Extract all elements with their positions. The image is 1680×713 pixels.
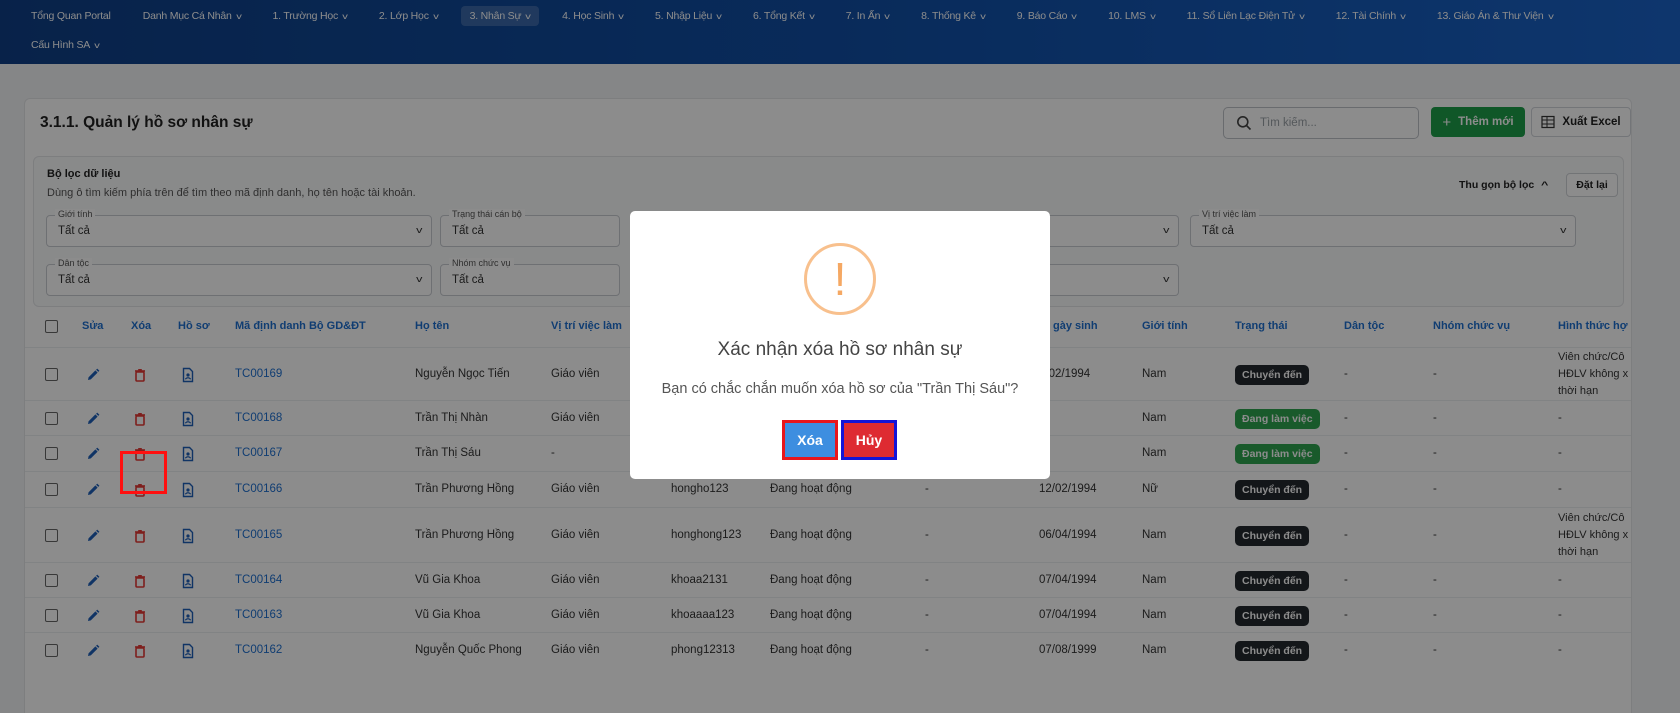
highlight-marker — [120, 451, 167, 494]
confirm-delete-dialog: ! Xác nhận xóa hồ sơ nhân sự Bạn có chắc… — [630, 211, 1050, 479]
warning-icon: ! — [804, 243, 876, 315]
cancel-button[interactable]: Hủy — [841, 420, 897, 460]
dialog-message: Bạn có chắc chắn muốn xóa hồ sơ của "Trầ… — [661, 381, 1019, 397]
confirm-delete-button[interactable]: Xóa — [782, 420, 838, 460]
dialog-title: Xác nhận xóa hồ sơ nhân sự — [717, 339, 963, 360]
